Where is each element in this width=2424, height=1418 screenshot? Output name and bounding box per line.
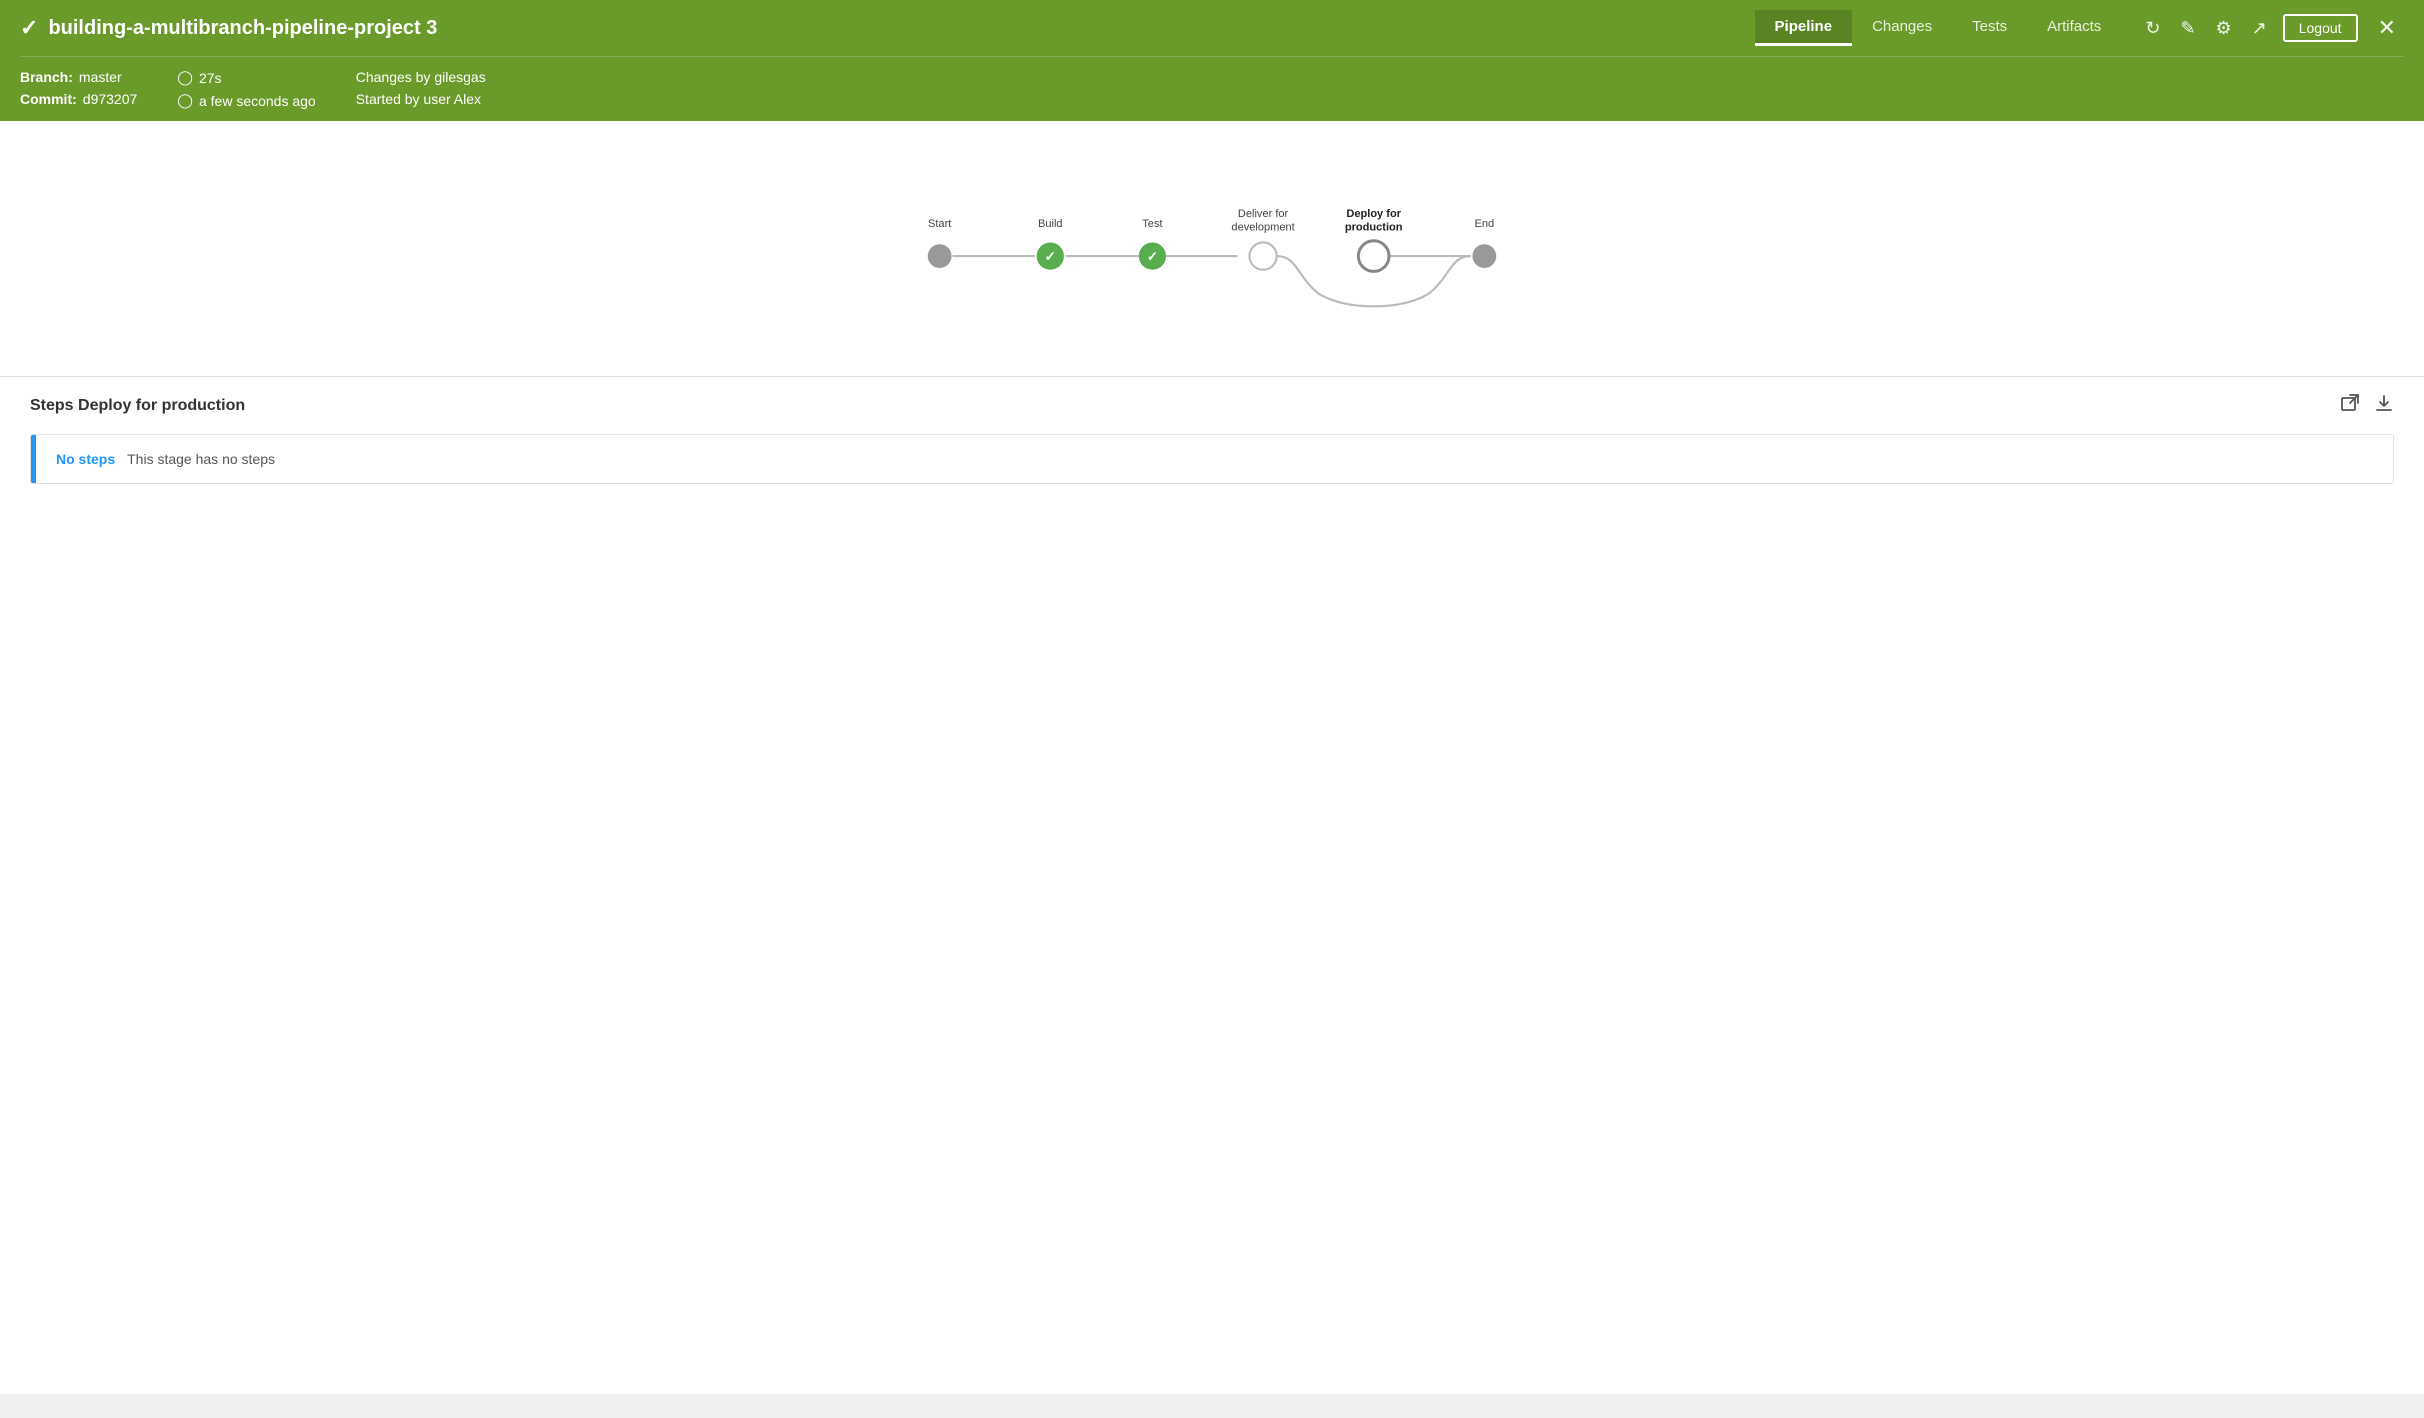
header-actions: ↻ ✎ ⚙ ↗ Logout ✕ xyxy=(2141,11,2404,45)
external-link-button[interactable] xyxy=(2340,393,2360,418)
steps-body: No steps This stage has no steps xyxy=(36,435,2393,483)
no-steps-text: This stage has no steps xyxy=(127,451,275,467)
node-deliver[interactable] xyxy=(1249,242,1276,269)
header-top: ✓ building-a-multibranch-pipeline-projec… xyxy=(20,0,2404,57)
pipeline-svg: Start Build Test Deliver for development… xyxy=(812,161,1612,341)
test-label: Test xyxy=(1142,218,1162,230)
branch-label: Branch: xyxy=(20,69,73,85)
main-content: Start Build Test Deliver for development… xyxy=(0,121,2424,1394)
steps-content: No steps This stage has no steps xyxy=(30,434,2394,484)
download-button[interactable] xyxy=(2374,393,2394,418)
time-item: ◯ a few seconds ago xyxy=(177,92,315,109)
external-link-icon xyxy=(2340,393,2360,413)
start-label: Start xyxy=(928,218,951,230)
meta-group-left: Branch: master Commit: d973207 xyxy=(20,69,137,107)
steps-actions xyxy=(2340,393,2394,418)
branch-item: Branch: master xyxy=(20,69,137,85)
started-by: Started by user Alex xyxy=(356,91,486,107)
close-button[interactable]: ✕ xyxy=(2370,11,2404,45)
deliver-label-1: Deliver for xyxy=(1238,208,1289,220)
tab-changes[interactable]: Changes xyxy=(1852,10,1952,46)
node-end[interactable] xyxy=(1472,244,1496,268)
tab-pipeline[interactable]: Pipeline xyxy=(1755,10,1853,46)
deploy-label-2: production xyxy=(1345,222,1403,234)
node-deploy[interactable] xyxy=(1358,241,1389,272)
build-check: ✓ xyxy=(1045,249,1056,264)
steps-section: Steps Deploy for production xyxy=(0,376,2424,484)
header-title: ✓ building-a-multibranch-pipeline-projec… xyxy=(20,15,1745,41)
check-icon: ✓ xyxy=(20,15,38,41)
edit-button[interactable]: ✎ xyxy=(2176,14,2199,43)
time-value: a few seconds ago xyxy=(199,93,316,109)
deploy-label-1: Deploy for xyxy=(1346,208,1401,220)
project-title: building-a-multibranch-pipeline-project … xyxy=(48,17,437,40)
changes-by: Changes by gilesgas xyxy=(356,69,486,85)
pipeline-diagram: Start Build Test Deliver for development… xyxy=(812,161,1612,346)
time-icon: ◯ xyxy=(177,92,193,109)
duration-value: 27s xyxy=(199,70,222,86)
refresh-button[interactable]: ↻ xyxy=(2141,14,2164,43)
end-label: End xyxy=(1475,218,1495,230)
duration-item: ◯ 27s xyxy=(177,69,315,86)
pipeline-area: Start Build Test Deliver for development… xyxy=(0,121,2424,376)
download-icon xyxy=(2374,393,2394,413)
commit-label: Commit: xyxy=(20,91,77,107)
no-steps-label: No steps xyxy=(56,451,115,467)
steps-header: Steps Deploy for production xyxy=(30,377,2394,434)
tab-artifacts[interactable]: Artifacts xyxy=(2027,10,2121,46)
commit-value: d973207 xyxy=(83,91,138,107)
meta-group-center: ◯ 27s ◯ a few seconds ago xyxy=(177,69,315,109)
steps-title: Steps Deploy for production xyxy=(30,397,245,415)
header-meta: Branch: master Commit: d973207 ◯ 27s ◯ a… xyxy=(20,57,2404,121)
node-start[interactable] xyxy=(928,244,952,268)
logout-button[interactable]: Logout xyxy=(2283,14,2358,42)
duration-icon: ◯ xyxy=(177,69,193,86)
settings-button[interactable]: ⚙ xyxy=(2212,14,2236,43)
header: ✓ building-a-multibranch-pipeline-projec… xyxy=(0,0,2424,121)
build-label: Build xyxy=(1038,218,1063,230)
deliver-label-2: development xyxy=(1231,222,1294,234)
branch-value: master xyxy=(79,69,122,85)
header-nav: Pipeline Changes Tests Artifacts xyxy=(1755,10,2122,46)
meta-group-right: Changes by gilesgas Started by user Alex xyxy=(356,69,486,107)
commit-item: Commit: d973207 xyxy=(20,91,137,107)
tab-tests[interactable]: Tests xyxy=(1952,10,2027,46)
test-check: ✓ xyxy=(1147,249,1158,264)
user-button[interactable]: ↗ xyxy=(2248,14,2271,43)
